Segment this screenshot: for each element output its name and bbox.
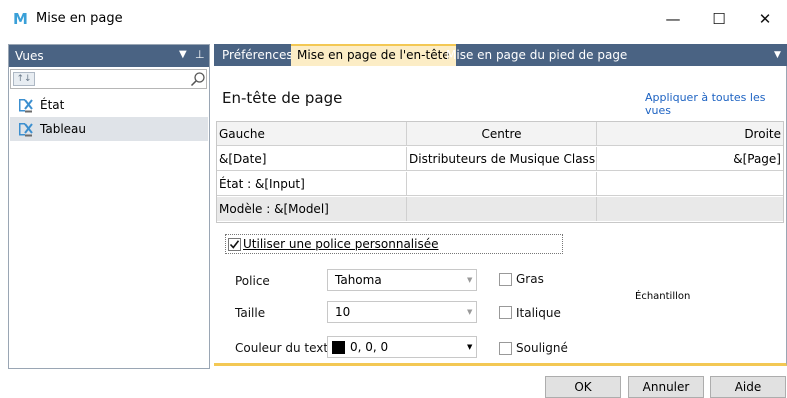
column-header-gauche[interactable]: Gauche <box>217 122 407 146</box>
view-grid-icon <box>19 99 33 113</box>
views-search-input[interactable] <box>37 71 187 87</box>
sample-preview: Échantillon <box>635 291 691 302</box>
italique-label[interactable]: Italique <box>516 306 561 320</box>
tab-header-layout[interactable]: Mise en page de l'en-tête <box>291 44 456 66</box>
view-item-etat[interactable]: État <box>10 93 208 117</box>
app-logo-icon: M <box>13 10 28 28</box>
views-panel-header: Vues ▼ ⊥ <box>9 45 209 67</box>
search-icon[interactable] <box>190 71 206 87</box>
close-icon: ✕ <box>758 10 772 28</box>
title-bar: M Mise en page — ☐ ✕ <box>0 0 787 38</box>
checkmark-icon <box>229 240 240 249</box>
chevron-down-icon: ▼ <box>467 343 473 351</box>
close-button[interactable]: ✕ <box>742 0 787 38</box>
couleur-value: 0, 0, 0 <box>350 340 389 354</box>
apply-to-all-views-link[interactable]: Appliquer à toutes les vues <box>645 91 786 117</box>
tab-preferences[interactable]: Préférences <box>216 44 299 66</box>
couleur-select[interactable]: 0, 0, 0 ▼ <box>327 336 477 358</box>
police-select[interactable]: Tahoma ▼ <box>327 269 477 291</box>
minimize-button[interactable]: — <box>650 0 696 38</box>
grid-cell[interactable]: &[Date] <box>217 147 407 171</box>
sort-icon[interactable]: ↑↓ <box>13 72 35 86</box>
grid-cell[interactable] <box>597 197 783 221</box>
grid-cell[interactable] <box>597 172 783 196</box>
maximize-icon: ☐ <box>712 10 726 28</box>
gras-label[interactable]: Gras <box>516 272 544 286</box>
column-header-droite[interactable]: Droite <box>597 122 783 146</box>
ok-button[interactable]: OK <box>545 376 621 398</box>
header-grid: Gauche Centre Droite &[Date] Distributeu… <box>216 121 784 223</box>
tab-bar: Préférences Mise en page de l'en-tête Mi… <box>214 44 787 66</box>
couleur-label: Couleur du texte <box>235 341 336 355</box>
help-button[interactable]: Aide <box>710 376 786 398</box>
header-layout-content: En-tête de page Appliquer à toutes les v… <box>214 66 787 366</box>
souligne-label[interactable]: Souligné <box>516 341 568 355</box>
maximize-button[interactable]: ☐ <box>696 0 742 38</box>
view-item-tableau[interactable]: Tableau <box>10 117 208 141</box>
view-item-label: Tableau <box>40 122 86 136</box>
grid-cell[interactable]: Modèle : &[Model] <box>217 197 407 221</box>
column-header-centre[interactable]: Centre <box>407 122 597 146</box>
color-swatch <box>332 341 345 354</box>
tab-footer-layout[interactable]: Mise en page du pied de page <box>440 44 633 66</box>
gras-checkbox[interactable] <box>499 273 512 286</box>
pin-icon[interactable]: ⊥ <box>195 48 205 61</box>
police-value: Tahoma <box>335 273 382 287</box>
taille-select[interactable]: 10 ▼ <box>327 301 477 323</box>
custom-font-checkbox[interactable] <box>228 238 241 251</box>
chevron-down-icon[interactable]: ▼ <box>179 49 187 60</box>
italique-checkbox[interactable] <box>499 306 512 319</box>
view-item-label: État <box>40 98 65 112</box>
grid-cell[interactable] <box>407 172 597 196</box>
chevron-down-icon[interactable]: ▼ <box>774 50 781 60</box>
grid-cell[interactable] <box>407 197 597 221</box>
view-grid-icon <box>19 123 33 137</box>
custom-font-label[interactable]: Utiliser une police personnalisée <box>243 237 438 251</box>
grid-cell[interactable]: État : &[Input] <box>217 172 407 196</box>
grid-cell[interactable]: &[Page] <box>597 147 783 171</box>
minimize-icon: — <box>665 10 681 28</box>
section-title: En-tête de page <box>222 89 343 107</box>
taille-label: Taille <box>235 306 266 320</box>
views-search-box: ↑↓ <box>10 69 207 89</box>
police-label: Police <box>235 274 270 288</box>
souligne-checkbox[interactable] <box>499 342 512 355</box>
chevron-down-icon: ▼ <box>467 276 473 284</box>
views-panel: Vues ▼ ⊥ ↑↓ État Tableau <box>8 44 210 369</box>
taille-value: 10 <box>335 305 351 319</box>
window-title: Mise en page <box>36 11 123 26</box>
chevron-down-icon: ▼ <box>467 308 473 316</box>
cancel-button[interactable]: Annuler <box>628 376 704 398</box>
grid-cell[interactable]: Distributeurs de Musique Classique <box>407 147 597 171</box>
views-panel-title: Vues <box>15 49 44 63</box>
